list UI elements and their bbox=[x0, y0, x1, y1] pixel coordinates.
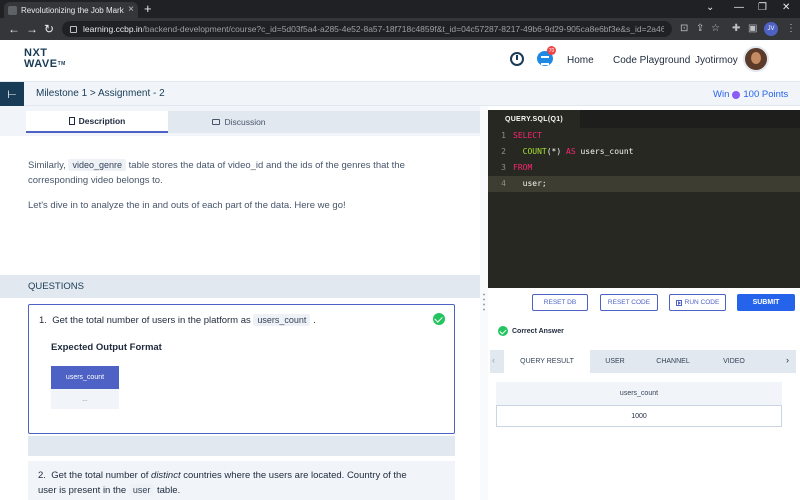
coin-icon bbox=[732, 90, 741, 99]
win-points: Win 100 Points bbox=[713, 89, 789, 100]
reload-icon[interactable]: ↻ bbox=[44, 22, 54, 36]
expected-output-row: ... bbox=[51, 389, 119, 409]
tab-channel[interactable]: CHANNEL bbox=[640, 350, 706, 373]
breadcrumb: Milestone 1 > Assignment - 2 bbox=[36, 88, 165, 99]
code-line-current[interactable]: 4 user; bbox=[488, 176, 800, 192]
result-table: users_count 1000 bbox=[496, 382, 782, 429]
url-text: learning.ccbp.in/backend-development/cou… bbox=[83, 24, 664, 34]
editor-tabbar: QUERY.SQL(Q1) bbox=[488, 110, 800, 128]
chevron-left-icon[interactable]: ‹ bbox=[492, 355, 495, 365]
result-column-header: users_count bbox=[496, 382, 782, 405]
username[interactable]: Jyotirmoy bbox=[695, 55, 738, 66]
controls-pane: RESET DB RESET CODE RUN CODE SUBMIT Corr… bbox=[488, 288, 800, 500]
tab-query-file[interactable]: QUERY.SQL(Q1) bbox=[488, 110, 580, 128]
browser-tab-title: Revolutionizing the Job Market | bbox=[21, 5, 125, 15]
discussion-icon bbox=[212, 119, 221, 125]
description-content: Similarly, video_genre table stores the … bbox=[0, 136, 480, 500]
bookmark-star-icon[interactable]: ☆ bbox=[711, 22, 720, 36]
extensions-icon[interactable]: ✚ bbox=[732, 22, 740, 36]
drag-handle-icon[interactable] bbox=[483, 292, 485, 312]
reset-db-button[interactable]: RESET DB bbox=[532, 294, 588, 311]
nxtwave-logo[interactable]: NXT WAVETM bbox=[24, 48, 66, 70]
address-bar: ← → ↻ learning.ccbp.in/backend-developme… bbox=[0, 18, 800, 40]
lock-icon bbox=[70, 25, 77, 33]
browser-menu-icon[interactable]: ⋮ bbox=[786, 22, 796, 36]
paragraph-video-genre: Similarly, video_genre table stores the … bbox=[28, 159, 405, 186]
avatar[interactable] bbox=[743, 46, 769, 72]
nav-code-playground[interactable]: Code Playground bbox=[613, 55, 690, 66]
question-2-text: 2. Get the total number of distinct coun… bbox=[38, 470, 407, 496]
document-icon bbox=[68, 117, 75, 125]
check-circle-icon bbox=[498, 326, 508, 336]
chevron-down-icon[interactable]: ⌄ bbox=[706, 2, 714, 13]
chevron-right-icon[interactable]: › bbox=[786, 355, 789, 365]
paragraph-intro: Let's dive in to analyze the in and outs… bbox=[28, 200, 346, 211]
favicon-icon bbox=[8, 5, 17, 15]
inline-code-users-count: users_count bbox=[253, 314, 311, 326]
description-pane: Description Discussion Similarly, video_… bbox=[0, 106, 480, 500]
sidepanel-icon[interactable]: ▣ bbox=[748, 22, 757, 36]
timer-icon[interactable] bbox=[510, 52, 524, 66]
inline-code-video-genre: video_genre bbox=[68, 159, 127, 171]
forward-icon[interactable]: → bbox=[26, 22, 38, 36]
collapse-sidebar-button[interactable]: ⊢ bbox=[0, 82, 24, 106]
notification-badge: 70 bbox=[547, 46, 556, 55]
browser-tabstrip: Revolutionizing the Job Market | × + ⌄ —… bbox=[0, 0, 800, 18]
run-icon bbox=[675, 299, 682, 306]
expected-output-header: users_count bbox=[51, 366, 119, 389]
inline-code-user: user bbox=[128, 484, 155, 496]
question-1-text: 1. Get the total number of users in the … bbox=[39, 314, 316, 326]
window-close-icon[interactable]: ✕ bbox=[782, 2, 790, 13]
run-code-button[interactable]: RUN CODE bbox=[669, 294, 726, 311]
description-tabs: Description Discussion bbox=[26, 111, 480, 133]
app-header: NXT WAVETM 70 Home Code Playground Jyoti… bbox=[0, 40, 800, 82]
submit-button[interactable]: SUBMIT bbox=[737, 294, 795, 311]
milestone-bar: ⊢ Milestone 1 > Assignment - 2 Win 100 P… bbox=[0, 82, 800, 106]
code-line[interactable]: 2 COUNT(*) AS users_count bbox=[488, 144, 800, 160]
expected-output-title: Expected Output Format bbox=[51, 342, 162, 353]
close-icon[interactable]: × bbox=[128, 5, 134, 15]
tab-query-result[interactable]: QUERY RESULT bbox=[504, 350, 590, 373]
browser-tab[interactable]: Revolutionizing the Job Market | × bbox=[4, 2, 138, 18]
maximize-icon[interactable]: ❐ bbox=[758, 2, 767, 13]
table-row: 1000 bbox=[496, 405, 782, 427]
code-line[interactable]: 1 SELECT bbox=[488, 128, 800, 144]
question-card-2[interactable]: 2. Get the total number of distinct coun… bbox=[28, 461, 455, 500]
browser-profile-icon[interactable]: JV bbox=[764, 22, 778, 36]
tab-user[interactable]: USER bbox=[590, 350, 640, 373]
code-line[interactable]: 3 FROM bbox=[488, 160, 800, 176]
share-icon[interactable]: ⇪ bbox=[696, 22, 704, 36]
status-message: Correct Answer bbox=[498, 326, 564, 336]
install-icon[interactable]: ⊡ bbox=[680, 22, 688, 36]
tab-discussion[interactable]: Discussion bbox=[168, 111, 310, 133]
check-circle-icon bbox=[433, 313, 445, 325]
question-divider bbox=[28, 436, 455, 456]
question-card-1[interactable]: 1. Get the total number of users in the … bbox=[28, 304, 455, 434]
minimize-icon[interactable]: — bbox=[734, 2, 744, 13]
reset-code-button[interactable]: RESET CODE bbox=[600, 294, 658, 311]
tab-video[interactable]: VIDEO bbox=[706, 350, 762, 373]
result-tabs: ‹ QUERY RESULT USER CHANNEL VIDEO › bbox=[490, 350, 796, 373]
nav-home[interactable]: Home bbox=[567, 55, 594, 66]
questions-header: QUESTIONS bbox=[0, 275, 480, 298]
new-tab-icon[interactable]: + bbox=[144, 2, 152, 16]
tab-description[interactable]: Description bbox=[26, 111, 168, 133]
back-icon[interactable]: ← bbox=[8, 22, 20, 36]
url-input[interactable]: learning.ccbp.in/backend-development/cou… bbox=[62, 21, 672, 37]
code-editor[interactable]: QUERY.SQL(Q1) 1 SELECT 2 COUNT(*) AS use… bbox=[488, 110, 800, 288]
